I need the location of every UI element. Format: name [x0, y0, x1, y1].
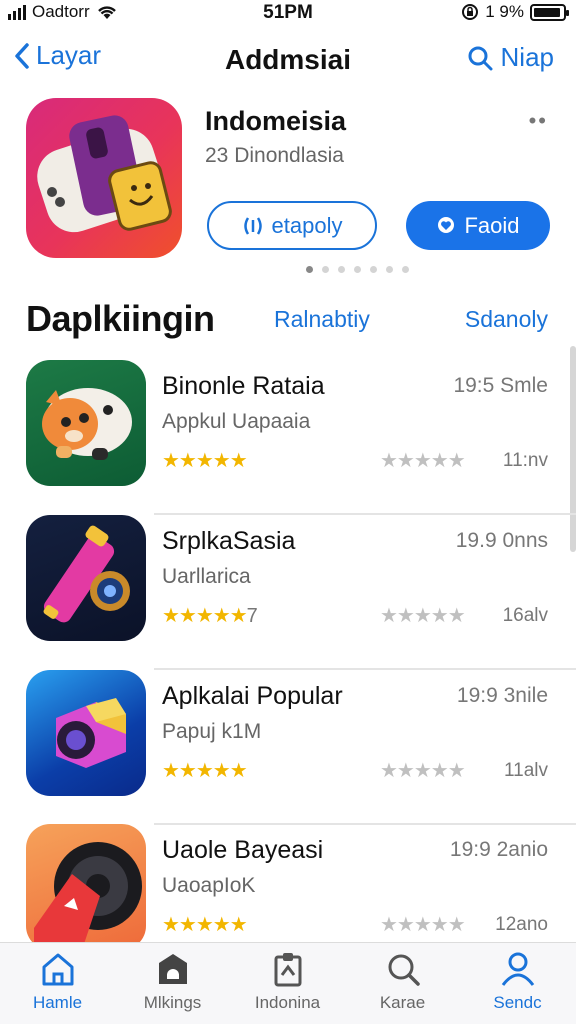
- tab-bar: Hamle Mlkings Indonina Karae Sendc: [0, 942, 576, 1024]
- star-rating: ★★★★★: [162, 760, 248, 782]
- page-indicator[interactable]: [306, 266, 409, 273]
- search-icon: [388, 954, 420, 986]
- page-dot: [322, 266, 329, 273]
- section-tab-see-all[interactable]: Sdanoly: [465, 306, 548, 333]
- more-options-icon[interactable]: ••: [529, 108, 548, 134]
- sparkle-icon: [243, 216, 262, 235]
- section-header: Daplkiingin Ralnabtiy Sdanoly: [0, 296, 576, 342]
- status-right: 1 9%: [461, 2, 569, 22]
- app-subtitle: UaoapIoK: [162, 874, 256, 897]
- heart-bubble-icon: [438, 216, 455, 233]
- page-dot: [306, 266, 313, 273]
- page-dot: [354, 266, 361, 273]
- gray-stars: ★★★★★: [380, 450, 466, 472]
- store-icon: [158, 954, 187, 984]
- tab-label: Karae: [379, 993, 426, 1012]
- tab-label: Sendc: [493, 993, 542, 1012]
- gray-stars: ★★★★★: [380, 914, 466, 936]
- get-button[interactable]: Faoid: [406, 201, 550, 250]
- gray-stars: ★★★★★: [380, 605, 466, 627]
- secondary-action-label: etapoly: [271, 212, 343, 238]
- nav-bar: Layar Addmsiai Niap: [0, 36, 576, 84]
- list-item[interactable]: Aplkalai Popular Papuj k1M ★★★★★ 19:9 3n…: [0, 670, 576, 825]
- rating-count: 11:nv: [502, 450, 548, 471]
- rating-stars: ★★★★★: [162, 448, 248, 473]
- get-button-label: Faoid: [464, 212, 520, 238]
- search-icon: [468, 46, 493, 70]
- page-dot: [402, 266, 409, 273]
- star-rating: ★★★★★: [162, 605, 248, 627]
- app-meta: 19.9 0nns: [455, 529, 548, 552]
- featured-app: Indomeisia 23 Dinondlasia •• etapoly Fao…: [0, 98, 576, 278]
- search-label: Niap: [500, 42, 554, 72]
- lock-rotation-icon: [462, 4, 479, 20]
- section-tab-ratings[interactable]: Ralnabtiy: [274, 306, 370, 333]
- app-icon: [26, 824, 146, 950]
- rating-suffix: 7: [246, 605, 258, 627]
- app-name: Aplkalai Popular: [162, 682, 343, 710]
- section-title: Daplkiingin: [26, 298, 215, 339]
- app-subtitle: Papuj k1M: [162, 720, 262, 743]
- rating-stars: ★★★★★: [162, 912, 248, 937]
- star-rating: ★★★★★: [162, 914, 248, 936]
- app-meta: 19:9 3nile: [456, 684, 548, 707]
- list-item[interactable]: SrplkaSasia Uarllarica ★★★★★7 19.9 0nns …: [0, 515, 576, 670]
- home-icon: [42, 953, 73, 986]
- app-name: Binonle Rataia: [162, 372, 325, 400]
- app-subtitle: Uarllarica: [162, 565, 251, 588]
- app-icon: [26, 670, 146, 796]
- rating-stars: ★★★★★: [162, 758, 248, 783]
- tab-label: Hamle: [32, 993, 83, 1012]
- clipboard-icon: [274, 953, 301, 987]
- featured-app-icon[interactable]: [26, 98, 182, 258]
- rating-stars: ★★★★★7: [162, 603, 258, 628]
- gray-stars: ★★★★★: [380, 760, 466, 782]
- page-dot: [386, 266, 393, 273]
- app-name: SrplkaSasia: [162, 527, 296, 555]
- app-name: Uaole Bayeasi: [162, 836, 324, 864]
- app-meta: 19:5 Smle: [453, 374, 548, 397]
- profile-icon: [501, 952, 534, 986]
- battery-icon: [530, 3, 569, 21]
- tab-store[interactable]: Mlkings: [115, 949, 230, 1013]
- app-meta: 19:9 2anio: [449, 838, 548, 861]
- rating-count: 12ano: [495, 914, 548, 935]
- list-item[interactable]: Binonle Rataia Appkul Uapaaia ★★★★★ 19:5…: [0, 360, 576, 515]
- page-dot: [338, 266, 345, 273]
- rating-count: 16alv: [502, 605, 548, 626]
- star-rating: ★★★★★: [162, 450, 248, 472]
- tab-label: Mlkings: [143, 993, 202, 1012]
- app-icon: [26, 515, 146, 641]
- search-button[interactable]: Niap: [467, 42, 554, 73]
- page-dot: [370, 266, 377, 273]
- featured-app-subtitle: 23 Dinondlasia: [205, 144, 344, 167]
- tab-label: Indonina: [254, 993, 321, 1012]
- app-icon: [26, 360, 146, 486]
- secondary-action-button[interactable]: etapoly: [207, 201, 377, 250]
- tab-profile[interactable]: Sendc: [460, 949, 575, 1013]
- tab-home[interactable]: Hamle: [0, 949, 115, 1013]
- app-subtitle: Appkul Uapaaia: [162, 410, 311, 433]
- tab-search[interactable]: Karae: [345, 949, 460, 1013]
- battery-percent: 1 9%: [485, 2, 524, 21]
- tab-indonesia[interactable]: Indonina: [230, 949, 345, 1013]
- featured-app-name: Indomeisia: [205, 106, 347, 136]
- status-bar: Oadtorr 51PM 1 9%: [0, 0, 576, 26]
- rating-count: 11alv: [503, 760, 548, 781]
